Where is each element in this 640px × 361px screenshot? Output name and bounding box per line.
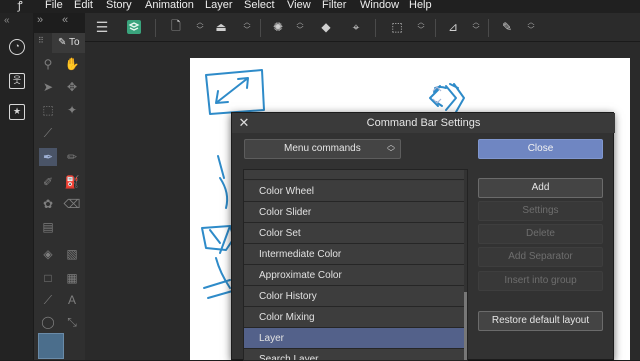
restore-default-layout-button[interactable]: Restore default layout [478,311,603,331]
ruler-tool-icon[interactable]: ⟋ [39,291,57,309]
eraser-tool-icon[interactable]: ⌫ [63,195,81,213]
tool-palette-tab-label: To [69,37,80,48]
menu-bar: ꝭ File Edit Story Animation Layer Select… [0,0,640,13]
pencil-tool-icon[interactable]: ✏ [63,148,81,166]
sketch-box-stroke [205,69,265,115]
toolbar-separator [488,19,489,37]
material-star-icon[interactable]: ★ [9,104,25,120]
add-button[interactable]: Add [478,178,603,198]
reorder-arrows-icon[interactable]: ︿ ﹀ [526,19,536,37]
list-item[interactable]: Search Layer [244,349,466,360]
reorder-arrows-icon[interactable]: ︿ ﹀ [416,19,426,37]
palette-grip-icon: ⠿ [38,36,44,45]
transform-icon[interactable]: ⌖ [347,17,365,37]
fill-tool-icon[interactable]: ◈ [39,245,57,263]
sketch-figure-stroke [217,155,229,209]
toolbar-separator [155,19,156,37]
list-item[interactable]: Color Slider [244,202,466,223]
edit-canvas-icon[interactable]: ✎ [498,17,516,37]
material-person-icon[interactable]: 웃 [9,73,25,89]
list-item-partial[interactable] [244,170,466,180]
menu-animation[interactable]: Animation [145,0,194,13]
figure-tool-icon[interactable]: □ [39,269,57,287]
blend-tool-icon[interactable]: ▤ [39,218,57,236]
insert-into-group-button[interactable]: Insert into group [478,271,603,291]
airbrush-tool-icon[interactable]: ⛽ [63,173,81,191]
add-separator-button[interactable]: Add Separator [478,247,603,267]
collapse-palette-icon[interactable]: « [62,14,68,26]
menu-select[interactable]: Select [244,0,275,13]
selection-tool-icon[interactable]: ⬚ [39,101,57,119]
pen-tool-icon[interactable]: ✒ [39,148,57,166]
close-button[interactable]: Close [478,139,603,159]
reorder-arrows-icon[interactable]: ︿ ﹀ [195,19,205,37]
toolbar-separator [435,19,436,37]
brush-tool-icon[interactable]: ✐ [39,173,57,191]
close-icon[interactable]: ✕ [237,115,251,131]
list-item[interactable]: Color Wheel [244,181,466,202]
loading-spinner-icon[interactable]: ✺ [269,17,287,37]
dialog-title: Command Bar Settings [366,117,481,129]
left-panel-strip: « ◔ 웃 ★ [0,13,33,360]
toolbar-separator [260,19,261,37]
fill-bucket-icon[interactable]: ◆ [317,17,335,37]
reorder-arrows-icon[interactable]: ︿ ﹀ [295,19,305,37]
decoration-tool-icon[interactable]: ✿ [39,195,57,213]
ruler-icon[interactable]: ⊿ [444,17,462,37]
tool-palette-tab[interactable]: ✎ To [52,33,86,53]
category-select[interactable]: Menu commands ︿ ﹀ [244,139,401,159]
frame-tool-icon[interactable]: ▦ [63,269,81,287]
list-item[interactable]: Color History [244,286,466,307]
sketch-chevron-stroke [445,83,465,113]
reorder-arrows-icon[interactable]: ︿ ﹀ [471,19,481,37]
save-icon[interactable]: ⏏ [212,17,230,37]
menu-window[interactable]: Window [360,0,399,13]
pen-icon: ✎ [58,37,67,48]
main-color-swatch[interactable] [38,333,64,359]
menu-file[interactable]: File [45,0,63,13]
category-select-value: Menu commands [284,143,361,154]
correct-line-tool-icon[interactable]: ⤡ [63,313,81,331]
menu-filter[interactable]: Filter [322,0,346,13]
zoom-tool-icon[interactable]: ⚲ [39,55,57,73]
select-all-icon[interactable]: ⬚ [388,17,406,37]
gradient-tool-icon[interactable]: ▧ [63,245,81,263]
chevron-updown-icon: ︿ ﹀ [387,140,395,157]
list-item[interactable]: Color Mixing [244,307,466,328]
collapse-right-icon[interactable]: » [37,14,43,26]
list-item[interactable]: Color Set [244,223,466,244]
list-scrollbar-thumb[interactable] [464,292,467,360]
menu-help[interactable]: Help [409,0,432,13]
command-list[interactable]: Color Wheel Color Slider Color Set Inter… [243,169,468,361]
reorder-arrows-icon[interactable]: ︿ ﹀ [242,19,252,37]
new-file-icon[interactable]: 🗋 [167,17,185,37]
list-item[interactable]: Intermediate Color [244,244,466,265]
delete-button[interactable]: Delete [478,224,603,244]
settings-button[interactable]: Settings [478,201,603,221]
sketch-arrow-stroke [215,77,249,104]
balloon-tool-icon[interactable]: ◯ [39,313,57,331]
auto-select-tool-icon[interactable]: ✦ [63,101,81,119]
list-item-selected[interactable]: Layer [244,328,466,349]
text-tool-icon[interactable]: A [63,291,81,309]
command-bar-settings-dialog: Command Bar Settings ✕ Menu commands ︿ ﹀ … [231,112,615,361]
hand-tool-icon[interactable]: ✋ [63,55,81,73]
list-scrollbar[interactable] [464,170,467,360]
hamburger-menu-icon[interactable]: ☰ [93,17,111,37]
clip-studio-icon[interactable] [125,17,143,37]
menu-layer[interactable]: Layer [205,0,233,13]
operation-tool-icon[interactable]: ➤ [39,78,57,96]
eyedropper-tool-icon[interactable]: ⟋ [39,124,57,142]
menu-story[interactable]: Story [106,0,132,13]
menu-view[interactable]: View [287,0,311,13]
menu-edit[interactable]: Edit [74,0,93,13]
move-layer-tool-icon[interactable]: ✥ [63,78,81,96]
command-bar: ☰ 🗋 ︿ ﹀ ⏏ ︿ ﹀ ✺ ︿ ﹀ ◆ ⌖ ⬚ ︿ ﹀ ⊿ ︿ ﹀ ✎ ︿ ﹀ [85,13,640,42]
app-logo-icon[interactable]: ꝭ [14,0,26,12]
list-item[interactable]: Approximate Color [244,265,466,286]
toolbar-separator [375,19,376,37]
tool-palette: ⠿ ✎ To ⚲ ✋ ➤ ✥ ⬚ ✦ ⟋ ✒ ✏ ✐ ⛽ ✿ ⌫ ▤ ◈ ▧ □… [33,33,86,360]
collapse-left-icon[interactable]: « [4,15,10,26]
navigator-icon[interactable]: ◔ [9,39,25,55]
